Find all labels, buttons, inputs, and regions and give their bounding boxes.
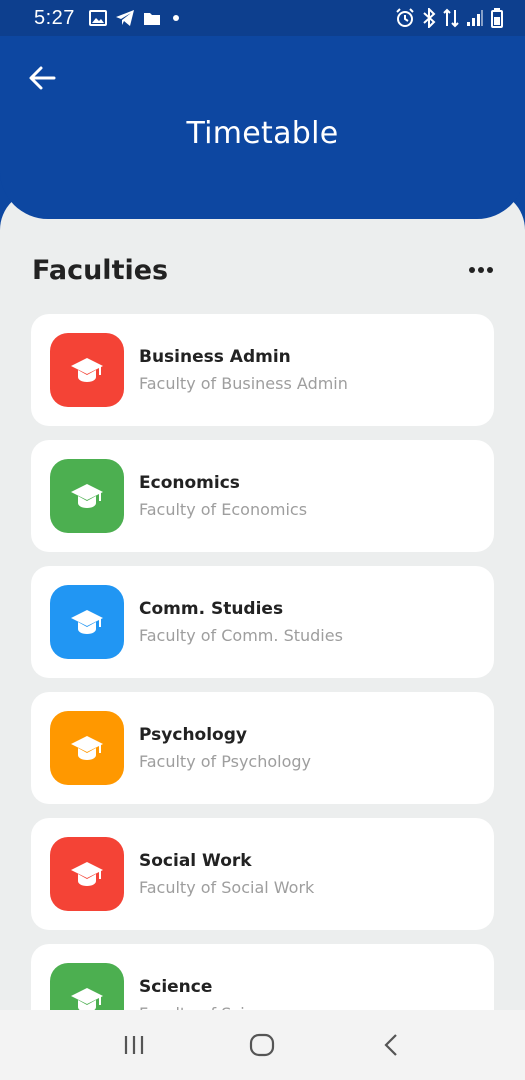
- faculty-card[interactable]: Psychology Faculty of Psychology: [31, 692, 494, 804]
- faculty-name: Social Work: [139, 851, 252, 871]
- faculty-name: Comm. Studies: [139, 599, 284, 619]
- nav-back-button[interactable]: [366, 1020, 416, 1070]
- graduation-cap-icon: [70, 607, 104, 637]
- app-bar: Timetable: [0, 36, 525, 219]
- more-options-button[interactable]: [457, 255, 493, 285]
- page-title: Timetable: [186, 116, 339, 151]
- faculty-name: Business Admin: [139, 347, 291, 367]
- faculty-text: Psychology Faculty of Psychology: [139, 725, 311, 771]
- faculty-list: Business Admin Faculty of Business Admin E…: [31, 314, 494, 1010]
- faculty-icon-tile: [50, 333, 124, 407]
- battery-icon: [491, 8, 503, 28]
- faculty-subtitle: Faculty of Social Work: [139, 878, 315, 897]
- status-right-icons: [395, 8, 503, 28]
- recent-apps-icon: [125, 1036, 144, 1054]
- arrow-left-icon: [29, 66, 56, 90]
- signal-icon: [466, 9, 484, 27]
- back-icon: [384, 1034, 397, 1056]
- data-arrows-icon: [443, 8, 459, 28]
- faculty-icon-tile: [50, 963, 124, 1010]
- faculty-card[interactable]: Social Work Faculty of Social Work: [31, 818, 494, 930]
- faculty-icon-tile: [50, 711, 124, 785]
- faculty-name: Psychology: [139, 725, 247, 745]
- faculty-subtitle: Faculty of Comm. Studies: [139, 626, 343, 645]
- graduation-cap-icon: [70, 355, 104, 385]
- home-button[interactable]: [237, 1020, 287, 1070]
- faculty-icon-tile: [50, 585, 124, 659]
- faculty-icon-tile: [50, 837, 124, 911]
- home-icon: [250, 1033, 275, 1057]
- faculty-icon-tile: [50, 459, 124, 533]
- faculty-subtitle: Faculty of Psychology: [139, 752, 312, 771]
- status-bar: 5:27: [0, 0, 525, 36]
- bluetooth-icon: [422, 8, 436, 28]
- recent-apps-button[interactable]: [109, 1020, 159, 1070]
- status-left-icons: [88, 9, 183, 27]
- faculty-text: Business Admin Faculty of Business Admin: [139, 347, 348, 393]
- faculty-card[interactable]: ScienceFaculty of Science: [31, 944, 494, 1010]
- more-horizontal-icon: [466, 267, 493, 273]
- folder-icon: [143, 11, 161, 26]
- faculty-card[interactable]: Economics Faculty of Economics: [31, 440, 494, 552]
- faculty-subtitle: Faculty of Economics: [139, 500, 308, 519]
- content-area: Faculties Business Admin Faculty of Busin…: [0, 219, 525, 1010]
- faculty-card[interactable]: Comm. Studies Faculty of Comm. Studies: [31, 566, 494, 678]
- graduation-cap-icon: [70, 733, 104, 763]
- status-time: 5:27: [34, 6, 75, 29]
- image-icon: [88, 10, 107, 26]
- alarm-icon: [395, 8, 415, 28]
- back-button[interactable]: [22, 58, 62, 98]
- graduation-cap-icon: [70, 481, 104, 511]
- section-header: Faculties: [32, 253, 493, 287]
- faculty-text: ScienceFaculty of Science: [139, 977, 283, 1010]
- telegram-icon: [115, 9, 135, 27]
- faculty-text: Social Work Faculty of Social Work: [139, 851, 314, 897]
- dot-icon: [169, 13, 183, 23]
- faculty-name: Economics: [139, 473, 240, 493]
- faculty-name: Science: [139, 977, 213, 997]
- graduation-cap-icon: [70, 859, 104, 889]
- system-nav-bar: [0, 1010, 525, 1080]
- graduation-cap-icon: [70, 985, 104, 1010]
- faculty-card[interactable]: Business Admin Faculty of Business Admin: [31, 314, 494, 426]
- faculty-subtitle: Faculty of Business Admin: [139, 374, 348, 393]
- section-title: Faculties: [32, 254, 169, 286]
- faculty-text: Economics Faculty of Economics: [139, 473, 307, 519]
- faculty-text: Comm. Studies Faculty of Comm. Studies: [139, 599, 343, 645]
